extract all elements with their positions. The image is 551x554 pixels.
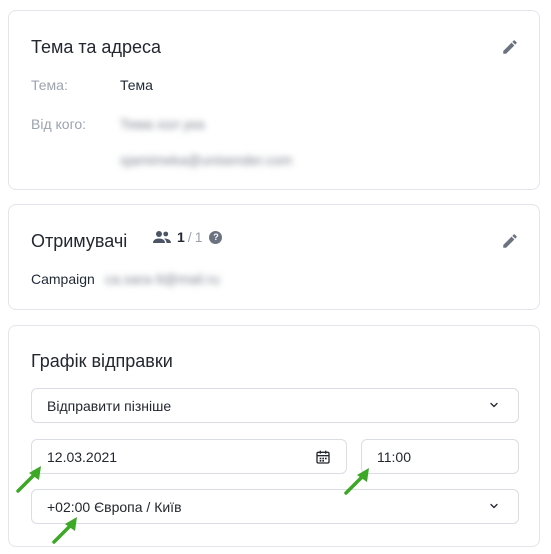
green-arrow-annotation — [16, 466, 41, 493]
subject-card-title: Тема та адреса — [31, 37, 161, 57]
edit-icon[interactable] — [501, 38, 519, 56]
time-input[interactable]: 11:00 — [361, 439, 519, 474]
recipients-count: 1 / 1 ? — [153, 229, 223, 245]
chevron-down-icon — [490, 503, 498, 509]
from-email: sjamimeka@unisender.com — [120, 152, 293, 168]
recipients-total-count: 1 — [194, 229, 203, 245]
people-icon — [153, 231, 171, 243]
chevron-down-icon — [490, 402, 498, 408]
send-mode-select[interactable]: Відправити пізніше — [31, 388, 519, 423]
green-arrow-annotation — [344, 468, 369, 495]
date-input[interactable]: 12.03.2021 — [31, 439, 347, 474]
time-value: 11:00 — [377, 448, 411, 465]
schedule-card: Графік відправки Відправити пізніше 12.0… — [8, 325, 540, 547]
schedule-card-title: Графік відправки — [31, 351, 173, 371]
green-arrow-annotation — [52, 517, 77, 544]
recipients-card-title: Отримувачі — [31, 231, 128, 251]
subject-label: Тема: — [31, 77, 68, 93]
recipients-current-count: 1 — [177, 229, 185, 245]
from-label: Від кого: — [31, 116, 87, 132]
timezone-select[interactable]: +02:00 Європа / Київ — [31, 489, 519, 524]
recipients-card: Отримувачі 1 / 1 ? Campaign ca.sara-9@ma… — [8, 204, 540, 310]
send-mode-value: Відправити пізніше — [47, 397, 172, 414]
date-value: 12.03.2021 — [47, 448, 118, 465]
recipients-count-separator: / — [187, 229, 192, 245]
campaign-label: Campaign — [31, 271, 95, 287]
campaign-email: ca.sara-9@mail.ru — [105, 271, 220, 287]
subject-address-card: Тема та адреса Тема: Тема Від кого: Тема… — [8, 10, 540, 190]
help-icon[interactable]: ? — [209, 230, 223, 244]
from-name: Тема хол ука — [120, 116, 205, 132]
calendar-icon[interactable] — [315, 449, 331, 465]
edit-icon[interactable] — [501, 232, 519, 250]
subject-value: Тема — [120, 77, 153, 93]
